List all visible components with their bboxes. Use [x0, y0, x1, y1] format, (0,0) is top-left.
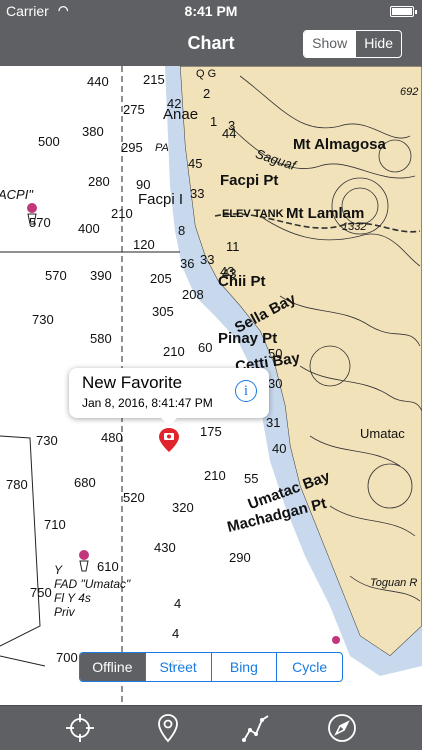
depth-sounding: 520 — [123, 490, 145, 505]
depth-sounding: 500 — [38, 134, 60, 149]
place-label: ELEV TANK — [222, 208, 284, 220]
pin-icon[interactable] — [152, 712, 184, 744]
callout-title: New Favorite — [82, 373, 183, 392]
depth-sounding: 570 — [45, 268, 67, 283]
depth-sounding: 730 — [32, 312, 54, 327]
buoy-label-line: Y — [54, 563, 63, 577]
depth-sounding: 45 — [188, 156, 203, 171]
depth-sounding: 290 — [229, 550, 251, 565]
depth-sounding: 8 — [178, 223, 186, 238]
show-button[interactable]: Show — [304, 31, 356, 57]
nav-bar: Chart Show Hide — [0, 22, 422, 66]
nautical-chart-map[interactable]: 440 215 500 380 275 295 280 90 570 400 2… — [0, 66, 422, 705]
depth-sounding: 90 — [136, 177, 151, 192]
callout-subtitle: Jan 8, 2016, 8:41:47 PM — [82, 396, 213, 410]
depth-sounding: 390 — [90, 268, 112, 283]
depth-sounding: 31 — [266, 415, 281, 430]
depth-sounding: 11 — [226, 239, 240, 254]
depth-sounding: 210 — [204, 468, 226, 483]
height-label: 1332 — [342, 221, 367, 233]
depth-sounding: 295 — [121, 140, 143, 155]
compass-icon[interactable] — [326, 712, 358, 744]
depth-sounding: 380 — [82, 124, 104, 139]
locate-icon[interactable] — [64, 712, 96, 744]
show-hide-segmented-control: Show Hide — [303, 30, 402, 58]
depth-sounding: 215 — [143, 72, 165, 87]
status-time: 8:41 PM — [184, 3, 238, 19]
depth-sounding: 208 — [182, 287, 204, 302]
depth-sounding: 1 — [210, 114, 218, 129]
battery-icon — [390, 6, 417, 17]
depth-sounding: 750 — [30, 585, 52, 600]
buoy-label-line: Priv — [54, 605, 75, 619]
depth-sounding: 780 — [6, 477, 28, 492]
depth-sounding: 440 — [87, 74, 109, 89]
place-label: Chii Pt — [218, 273, 266, 290]
place-label: Facpi Pt — [220, 172, 279, 189]
buoy-label-line: Fl Y 4s — [54, 591, 91, 605]
place-label: Mt Lamlam — [286, 205, 365, 222]
depth-sounding: 570 — [29, 215, 51, 230]
street-tab[interactable]: Street — [144, 653, 211, 681]
cycle-tab[interactable]: Cycle — [276, 653, 342, 681]
hide-button[interactable]: Hide — [355, 31, 401, 57]
depth-sounding: 710 — [44, 517, 66, 532]
place-label: Anae — [163, 106, 199, 123]
depth-sounding: 210 — [163, 344, 185, 359]
depth-sounding: 4 — [172, 626, 180, 641]
depth-sounding: 55 — [244, 471, 259, 486]
depth-sounding: 4 — [174, 596, 182, 611]
map-pin-icon[interactable] — [158, 427, 180, 453]
depth-sounding: 430 — [154, 540, 176, 555]
place-label: Facpi I — [138, 191, 184, 208]
depth-sounding: 210 — [111, 206, 133, 221]
depth-sounding: 60 — [198, 340, 213, 355]
offline-tab[interactable]: Offline — [80, 653, 145, 681]
depth-sounding: 175 — [200, 424, 222, 439]
depth-sounding: 40 — [272, 441, 287, 456]
map-type-segmented-control: Offline Street Bing Cycle — [79, 652, 343, 682]
bing-tab[interactable]: Bing — [210, 653, 277, 681]
depth-sounding: 33 — [190, 186, 205, 201]
depth-sounding: 33 — [200, 252, 215, 267]
info-icon[interactable]: i — [235, 380, 257, 402]
favorite-callout[interactable]: New Favorite Jan 8, 2016, 8:41:47 PM i — [69, 368, 269, 426]
place-label: Toguan R — [370, 577, 418, 589]
place-label: Umatac — [360, 426, 405, 441]
depth-sounding: 120 — [133, 237, 155, 252]
buoy-label: Y FAD "Umatac" Fl Y 4s Priv — [54, 563, 130, 619]
place-label: ACPI" — [0, 187, 33, 202]
depth-sounding: 205 — [150, 271, 172, 286]
depth-sounding: 700 — [56, 650, 78, 665]
route-icon[interactable] — [240, 712, 272, 744]
depth-sounding: 680 — [74, 475, 96, 490]
depth-sounding: 3 — [228, 118, 236, 133]
place-label: Pinay Pt — [218, 330, 278, 347]
depth-sounding: 2 — [203, 86, 211, 101]
depth-sounding: 30 — [268, 376, 283, 391]
depth-sounding: 730 — [36, 433, 58, 448]
height-label: 692 — [400, 86, 419, 98]
depth-sounding: 280 — [88, 174, 110, 189]
depth-sounding: 320 — [172, 500, 194, 515]
depth-sounding: 275 — [123, 102, 145, 117]
status-bar: Carrier ◠ 8:41 PM — [0, 0, 422, 22]
depth-sounding: 400 — [78, 221, 100, 236]
bottom-toolbar — [0, 705, 422, 750]
buoy-label-line: FAD "Umatac" — [54, 577, 131, 591]
depth-sounding: 480 — [101, 430, 123, 445]
depth-sounding: 36 — [180, 256, 195, 271]
place-label: PA — [155, 142, 169, 154]
place-label: Mt Almagosa — [293, 136, 386, 153]
depth-sounding: 305 — [152, 304, 174, 319]
place-label: Q G — [196, 68, 217, 80]
depth-sounding: 580 — [90, 331, 112, 346]
